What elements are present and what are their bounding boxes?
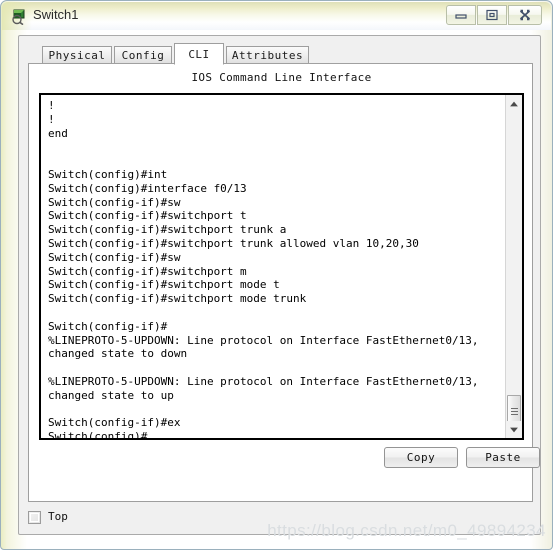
terminal-output[interactable]: !! end Switch(config)#int Switch(config)#i…	[41, 95, 505, 438]
copy-button[interactable]: Copy	[384, 447, 458, 468]
maximize-button[interactable]	[477, 5, 507, 25]
terminal-scrollbar[interactable]	[505, 95, 522, 438]
terminal-line: Switch(config)#	[48, 430, 148, 438]
cli-pane: IOS Command Line Interface !! end Switch(…	[28, 64, 540, 502]
terminal-line: Switch(config)#int	[48, 167, 168, 181]
paste-button[interactable]: Paste	[466, 447, 540, 468]
tab-config[interactable]: Config	[114, 46, 172, 64]
terminal-line: Switch(config-if)#switchport t	[48, 209, 247, 223]
window-titlebar[interactable]: Switch1	[2, 2, 551, 30]
scroll-down-arrow-icon[interactable]	[506, 421, 522, 438]
terminal-line: Switch(config-if)#switchport trunk a	[48, 223, 287, 237]
close-button[interactable]	[508, 5, 542, 25]
tab-physical[interactable]: Physical	[42, 46, 112, 64]
terminal-line: end	[48, 126, 68, 140]
terminal-line: !	[48, 99, 55, 112]
terminal-line: changed state to up	[48, 388, 174, 402]
terminal-line: changed state to down	[48, 347, 188, 361]
terminal-line: Switch(config-if)#switchport m	[48, 264, 247, 278]
top-checkbox-inner	[30, 513, 39, 522]
terminal-line: Switch(config-if)#	[48, 319, 168, 333]
minimize-button[interactable]	[446, 5, 476, 25]
terminal-line: Switch(config-if)#sw	[48, 250, 181, 264]
terminal-line: Switch(config-if)#switchport mode trunk	[48, 292, 307, 306]
terminal-container: !! end Switch(config)#int Switch(config)#i…	[39, 93, 524, 440]
terminal-line: Switch(config-if)#sw	[48, 195, 181, 209]
packet-tracer-switch-icon	[11, 8, 28, 26]
scrollbar-grip-icon	[511, 408, 518, 415]
tab-bar: Physical Config CLI Attributes	[19, 42, 542, 65]
tab-attributes[interactable]: Attributes	[226, 46, 309, 64]
cli-heading: IOS Command Line Interface	[191, 71, 372, 84]
terminal-line: !	[48, 112, 55, 126]
terminal-line: Switch(config)#interface f0/13	[48, 181, 247, 195]
device-panel: Physical Config CLI Attributes IOS Comma…	[18, 35, 541, 535]
terminal-line: Switch(config-if)#ex	[48, 416, 181, 430]
terminal-line: Switch(config-if)#switchport mode t	[48, 278, 280, 292]
terminal-line: Switch(config-if)#switchport trunk allow…	[48, 236, 419, 250]
top-checkbox-label: Top	[48, 510, 68, 523]
switch-cli-window: Switch1 Physical Config CLI Attributes I…	[0, 0, 553, 550]
tab-cli[interactable]: CLI	[174, 43, 224, 65]
terminal-line: %LINEPROTO-5-UPDOWN: Line protocol on In…	[48, 374, 479, 388]
scroll-up-arrow-icon[interactable]	[506, 95, 522, 112]
top-checkbox[interactable]	[28, 511, 41, 524]
window-title: Switch1	[33, 7, 79, 22]
terminal-line: %LINEPROTO-5-UPDOWN: Line protocol on In…	[48, 333, 479, 347]
